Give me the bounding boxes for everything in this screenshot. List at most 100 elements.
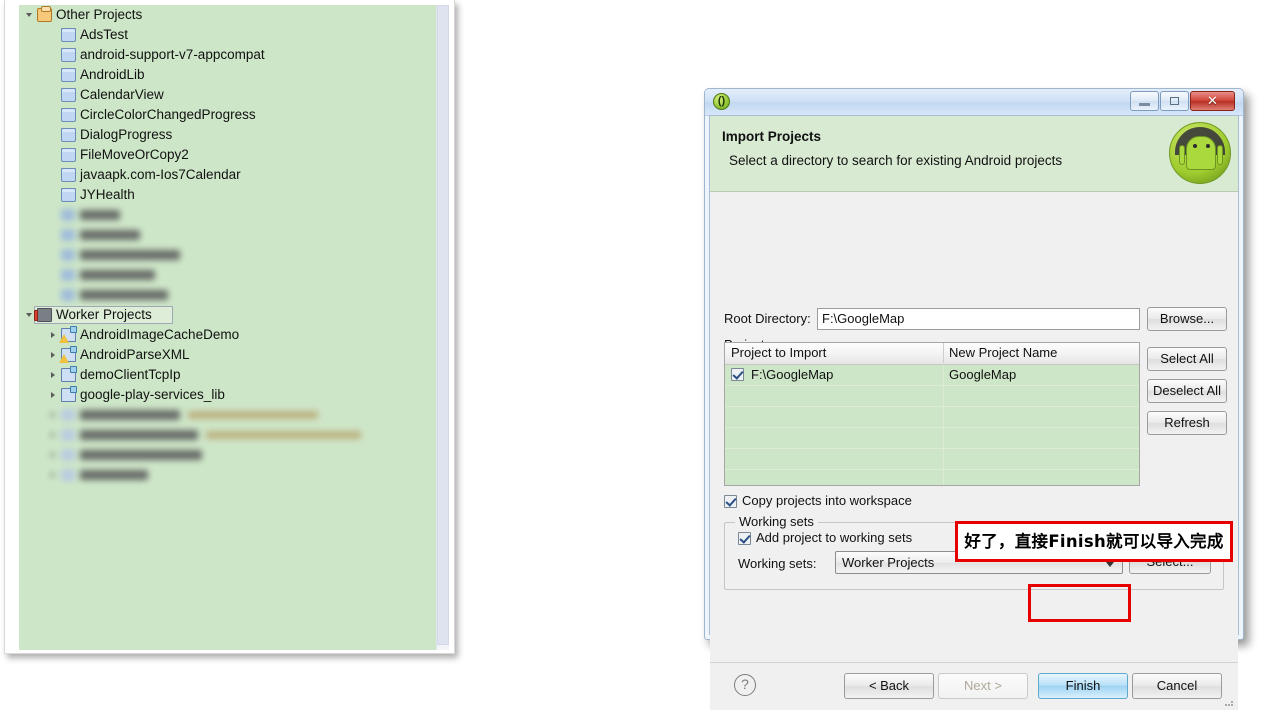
table-body: F:\GoogleMap GoogleMap [725,365,1139,485]
cell-divider [943,428,944,448]
tree-item-label: Other Projects [56,7,143,22]
cell-divider [943,365,944,385]
tree-item[interactable]: AndroidImageCacheDemo [19,325,436,345]
root-directory-input[interactable]: F:\GoogleMap [817,308,1140,330]
tree-item-label [80,470,148,480]
tree-item[interactable]: JYHealth [19,185,436,205]
tree-item-obscured[interactable] [19,465,436,485]
tree-item-obscured[interactable] [19,245,436,265]
folder-icon [61,168,76,182]
tree-item-label [80,290,168,300]
tree-item-obscured[interactable] [19,405,436,425]
tree-item[interactable]: AdsTest [19,25,436,45]
copy-projects-label: Copy projects into workspace [742,493,912,508]
tree-item-label: JYHealth [80,187,135,202]
table-row[interactable] [725,470,1139,485]
column-header-project-to-import[interactable]: Project to Import [731,343,826,363]
tree-item[interactable]: CalendarView [19,85,436,105]
tree-item[interactable]: CircleColorChangedProgress [19,105,436,125]
tree-item-label [80,270,155,280]
cell-new-project-name: GoogleMap [949,367,1017,382]
tree-item-obscured[interactable] [19,265,436,285]
cell-project-to-import: F:\GoogleMap [751,367,834,382]
tree-twisty-collapsed[interactable] [49,465,61,485]
tree-item[interactable]: android-support-v7-appcompat [19,45,436,65]
folder-icon [61,48,76,62]
cell-divider [943,407,944,427]
tree-item-label: Worker Projects [56,307,152,322]
tree-item-label: FileMoveOrCopy2 [80,147,189,162]
close-button[interactable]: ✕ [1190,91,1235,111]
tree-item[interactable]: FileMoveOrCopy2 [19,145,436,165]
tree-item-label: javaapk.com-Ios7Calendar [80,167,241,182]
tree-twisty-collapsed[interactable] [49,425,61,445]
tree-item[interactable]: demoClientTcpIp [19,365,436,385]
tree-item-obscured[interactable] [19,425,436,445]
maximize-button[interactable] [1160,91,1189,111]
tree-twisty-collapsed[interactable] [49,365,61,385]
tree-item[interactable]: Worker Projects [19,305,436,325]
tree-item-obscured[interactable] [19,285,436,305]
tree-item[interactable]: google-play-services_lib [19,385,436,405]
folder-icon [61,128,76,142]
table-row[interactable] [725,449,1139,470]
row-checkbox[interactable] [731,368,744,381]
tree-item-obscured[interactable] [19,205,436,225]
select-all-button[interactable]: Select All [1147,347,1227,371]
tree-item-label [80,430,198,440]
project-tree[interactable]: Other Projects AdsTest android-support-v7-… [19,5,436,650]
android-robot-icon [1169,122,1231,184]
tree-twisty-expanded[interactable] [25,5,37,25]
refresh-button[interactable]: Refresh [1147,411,1227,435]
tree-item-label [80,450,202,460]
android-project-icon [61,386,77,402]
tree-item-path [206,431,361,439]
tree-item-obscured[interactable] [19,445,436,465]
tree-item-obscured[interactable] [19,225,436,245]
working-sets-combo-label: Working sets: [738,556,817,571]
tree-item[interactable]: javaapk.com-Ios7Calendar [19,165,436,185]
screenshot-root: Other Projects AdsTest android-support-v7-… [0,0,1270,710]
dialog-title-bar[interactable]: () ✕ [705,89,1243,116]
minimize-button[interactable] [1130,91,1159,111]
root-directory-label: Root Directory: [724,311,811,326]
tree-item-label: CalendarView [80,87,164,102]
tree-twisty-collapsed[interactable] [49,405,61,425]
tree-twisty-collapsed[interactable] [49,385,61,405]
tree-twisty-collapsed[interactable] [49,445,61,465]
tree-item[interactable]: AndroidParseXML [19,345,436,365]
dialog-title: Import Projects [722,129,822,144]
tree-item[interactable]: AndroidLib [19,65,436,85]
table-row[interactable] [725,428,1139,449]
cancel-button[interactable]: Cancel [1132,673,1222,699]
add-project-to-working-sets-checkbox[interactable] [738,532,751,545]
table-row[interactable] [725,386,1139,407]
explorer-vertical-scrollbar[interactable] [436,5,449,650]
deselect-all-button[interactable]: Deselect All [1147,379,1227,403]
folder-icon [61,148,76,162]
table-row[interactable]: F:\GoogleMap GoogleMap [725,365,1139,386]
copy-projects-checkbox[interactable] [724,495,737,508]
help-icon[interactable]: ? [734,674,756,696]
folder-icon [61,88,76,102]
tree-item-icon [61,449,75,461]
column-divider[interactable] [943,343,944,363]
finish-button[interactable]: Finish [1038,673,1128,699]
back-button[interactable]: < Back [844,673,934,699]
tree-item-icon [61,469,75,481]
projects-table[interactable]: Project to Import New Project Name F:\Go… [724,342,1140,486]
finish-button-highlight [1028,584,1131,622]
column-header-new-project-name[interactable]: New Project Name [949,343,1057,363]
annotation-callout: 好了，直接Finish就可以导入完成 [955,521,1233,562]
table-row[interactable] [725,407,1139,428]
resize-grip-icon[interactable] [1223,696,1235,708]
explorer-scrollbar-thumb[interactable] [437,5,449,645]
tree-item[interactable]: Other Projects [19,5,436,25]
tree-item[interactable]: DialogProgress [19,125,436,145]
android-project-warning-icon [59,346,77,363]
tree-item-label: CircleColorChangedProgress [80,107,256,122]
tree-item-label: android-support-v7-appcompat [80,47,265,62]
tree-item-icon [61,269,75,281]
working-set-red-icon [34,308,52,322]
browse-button[interactable]: Browse... [1147,307,1227,331]
